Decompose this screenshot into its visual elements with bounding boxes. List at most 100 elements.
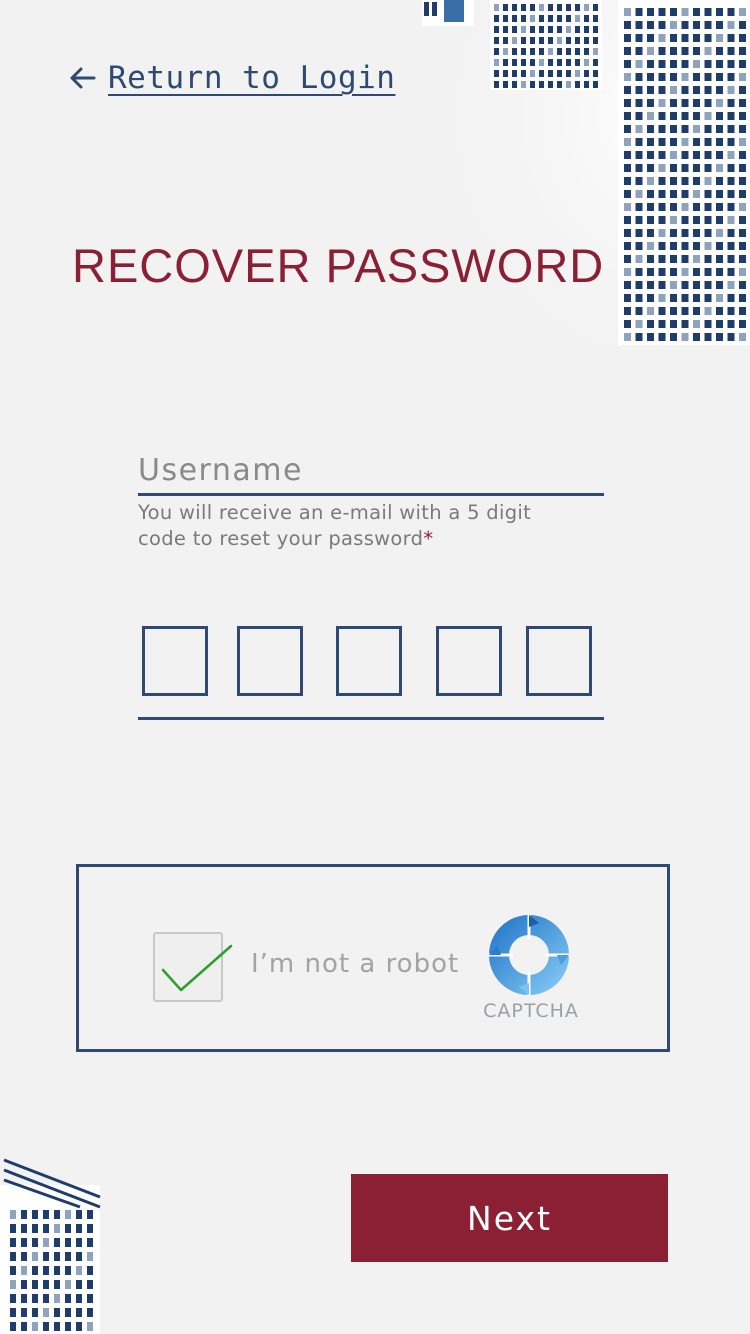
building-window [716,164,723,172]
building-window [681,242,689,250]
checkmark-icon [161,944,233,992]
building-window [635,34,643,42]
building-window [681,21,689,29]
building-window [727,164,735,172]
building-window [624,21,631,29]
building-window [739,138,746,146]
building-window [716,8,723,16]
building-window [32,1308,38,1317]
building-window [647,60,654,68]
building-window [670,47,677,55]
building-window [539,4,544,11]
building-window [704,307,712,315]
building-window [539,70,544,77]
building-window [539,48,544,55]
building-window [681,125,689,133]
arrow-left-icon [70,67,96,89]
building-window [704,294,712,302]
building-window [10,1322,16,1331]
building-window [739,47,746,55]
building-window [658,112,666,120]
building-window [716,177,723,185]
building-window [693,190,700,198]
page-title: RECOVER PASSWORD [72,239,605,292]
reset-hint-text: You will receive an e-mail with a 5 digi… [138,500,578,552]
building-window [512,59,517,66]
building-window [635,47,643,55]
building-window [693,34,700,42]
building-window [670,60,677,68]
building-window [693,268,700,276]
building-window [670,320,677,328]
building-window [658,294,666,302]
building-window [65,1294,71,1303]
building-window [727,190,735,198]
building-window [716,281,723,289]
building-window [658,73,666,81]
building-window [739,86,746,94]
building-window [658,307,666,315]
next-button[interactable]: Next [351,1174,668,1262]
building-window [575,70,580,77]
building-window [658,190,666,198]
building-window [521,37,526,44]
code-digit-1[interactable] [142,626,208,696]
building-window [727,203,735,211]
username-input[interactable] [138,450,604,496]
building-window [43,1266,49,1275]
building-window [494,15,499,22]
building-window [716,21,723,29]
building-window [704,73,712,81]
building-window [647,229,654,237]
code-digit-4[interactable] [436,626,502,696]
code-digit-3[interactable] [336,626,402,696]
building-window [43,1210,49,1219]
building-window [670,73,677,81]
building-window [635,203,643,211]
building-window [635,229,643,237]
building-window [76,1238,82,1247]
building-window [494,70,499,77]
building-window [716,333,723,341]
captcha-checkbox[interactable] [153,932,233,1002]
building-window [647,164,654,172]
building-window [624,47,631,55]
building-window [658,177,666,185]
building-window [87,1280,93,1289]
building-window [681,294,689,302]
building-window [548,15,553,22]
building-window [566,4,571,11]
building-window [635,125,643,133]
building-window [716,190,723,198]
building-window [76,1252,82,1261]
building-window [647,99,654,107]
building-window [521,48,526,55]
building-window [584,48,589,55]
building-window [647,320,654,328]
building-window [635,307,643,315]
building-window [693,307,700,315]
building-window [624,229,631,237]
building-window [693,281,700,289]
building-window [521,15,526,22]
building-window [693,86,700,94]
building-window [670,164,677,172]
building-window [566,81,571,88]
building-window [716,203,723,211]
building-window [716,112,723,120]
building-window [87,1308,93,1317]
building-window [539,26,544,33]
return-to-login-link[interactable]: Return to Login [68,60,395,96]
building-window [76,1266,82,1275]
username-field-group [138,450,604,496]
building-window [739,112,746,120]
building-window [575,59,580,66]
building-window [21,1266,27,1275]
building-window [647,125,654,133]
code-digit-2[interactable] [237,626,303,696]
building-window [693,73,700,81]
building-window [670,294,677,302]
building-window [681,307,689,315]
building-window [739,34,746,42]
code-digit-5[interactable] [526,626,592,696]
